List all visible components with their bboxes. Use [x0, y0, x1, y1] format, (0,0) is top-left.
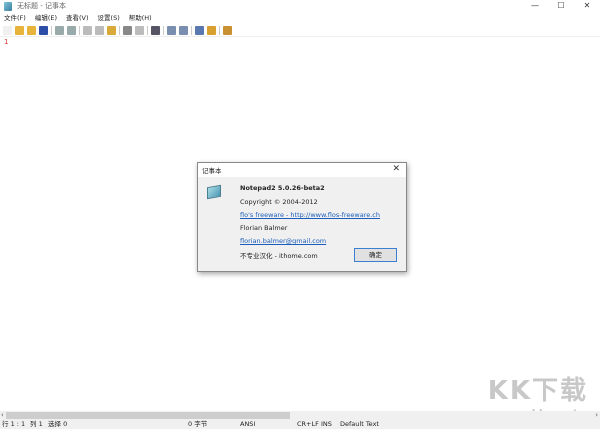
toolbar-button-icon-8[interactable] — [83, 26, 92, 35]
toolbar-button-icon-1[interactable] — [15, 26, 24, 35]
line-number: 1 — [4, 38, 9, 46]
scroll-left-arrow[interactable]: ‹ — [1, 411, 4, 420]
toolbar-button-icon-13[interactable] — [135, 26, 144, 35]
notepad-icon — [207, 184, 221, 200]
line-number-gutter: 1 — [0, 37, 12, 412]
window-title: 无标题 - 记事本 — [17, 2, 66, 10]
maximize-button[interactable]: ☐ — [548, 0, 574, 12]
toolbar-button-icon-10[interactable] — [107, 26, 116, 35]
dialog-title-bar: 记事本 ✕ — [198, 163, 406, 177]
scroll-right-arrow[interactable]: › — [595, 411, 598, 420]
toolbar-separator — [191, 26, 192, 35]
toolbar-button-icon-0[interactable] — [3, 26, 12, 35]
toolbar-button-icon-5[interactable] — [55, 26, 64, 35]
toolbar-button-icon-21[interactable] — [207, 26, 216, 35]
toolbar-button-icon-3[interactable] — [39, 26, 48, 35]
toolbar-separator — [51, 26, 52, 35]
menu-settings[interactable]: 设置(S) — [98, 13, 120, 24]
status-scheme[interactable]: Default Text — [340, 420, 379, 429]
menu-bar: 文件(F) 编辑(E) 查看(V) 设置(S) 帮助(H) — [0, 13, 161, 24]
toolbar-separator — [119, 26, 120, 35]
toolbar-separator — [79, 26, 80, 35]
toolbar-button-icon-17[interactable] — [167, 26, 176, 35]
toolbar-button-icon-18[interactable] — [179, 26, 188, 35]
toolbar — [0, 25, 600, 37]
dialog-title: 记事本 — [202, 167, 222, 175]
status-bar: 行 1 : 1 列 1 选择 0 0 字节 ANSI CR+LF INS Def… — [0, 420, 600, 429]
status-mode: INS — [321, 420, 332, 428]
menu-edit[interactable]: 编辑(E) — [35, 13, 57, 24]
copyright: Copyright © 2004-2012 — [240, 198, 318, 206]
horizontal-scrollbar[interactable]: ‹ › — [0, 411, 600, 420]
menu-file[interactable]: 文件(F) — [4, 13, 26, 24]
dialog-close-button[interactable]: ✕ — [392, 164, 400, 174]
close-button[interactable]: ✕ — [574, 0, 600, 12]
about-dialog: 记事本 ✕ Notepad2 5.0.26-beta2 Copyright © … — [197, 162, 407, 272]
toolbar-separator — [219, 26, 220, 35]
scrollbar-thumb[interactable] — [6, 412, 290, 419]
toolbar-button-icon-6[interactable] — [67, 26, 76, 35]
toolbar-separator — [147, 26, 148, 35]
toolbar-separator — [163, 26, 164, 35]
menu-view[interactable]: 查看(V) — [66, 13, 89, 24]
app-name: Notepad2 5.0.26-beta2 — [240, 184, 325, 192]
author: Florian Balmer — [240, 224, 288, 232]
ok-button[interactable]: 确定 — [354, 248, 397, 262]
toolbar-button-icon-15[interactable] — [151, 26, 160, 35]
toolbar-button-icon-23[interactable] — [223, 26, 232, 35]
status-column: 列 1 — [30, 420, 43, 428]
toolbar-button-icon-2[interactable] — [27, 26, 36, 35]
email-link[interactable]: florian.balmer@gmail.com — [240, 237, 326, 245]
toolbar-button-icon-9[interactable] — [95, 26, 104, 35]
status-encoding[interactable]: ANSI — [240, 420, 255, 429]
toolbar-button-icon-12[interactable] — [123, 26, 132, 35]
status-eol[interactable]: CR+LF — [297, 420, 319, 429]
website-link[interactable]: flo's freeware - http://www.flos-freewar… — [240, 211, 380, 219]
menu-help[interactable]: 帮助(H) — [129, 13, 152, 24]
status-position: 行 1 : 1 — [2, 420, 26, 428]
toolbar-button-icon-20[interactable] — [195, 26, 204, 35]
status-selection: 选择 0 — [48, 420, 68, 428]
status-bytes: 0 字节 — [188, 420, 208, 428]
title-bar: 无标题 - 记事本 — ☐ ✕ — [0, 0, 600, 12]
notepad-app-icon — [4, 1, 12, 11]
translation-credit: 不专业汉化 - ithome.com — [240, 252, 318, 260]
minimize-button[interactable]: — — [522, 0, 548, 12]
